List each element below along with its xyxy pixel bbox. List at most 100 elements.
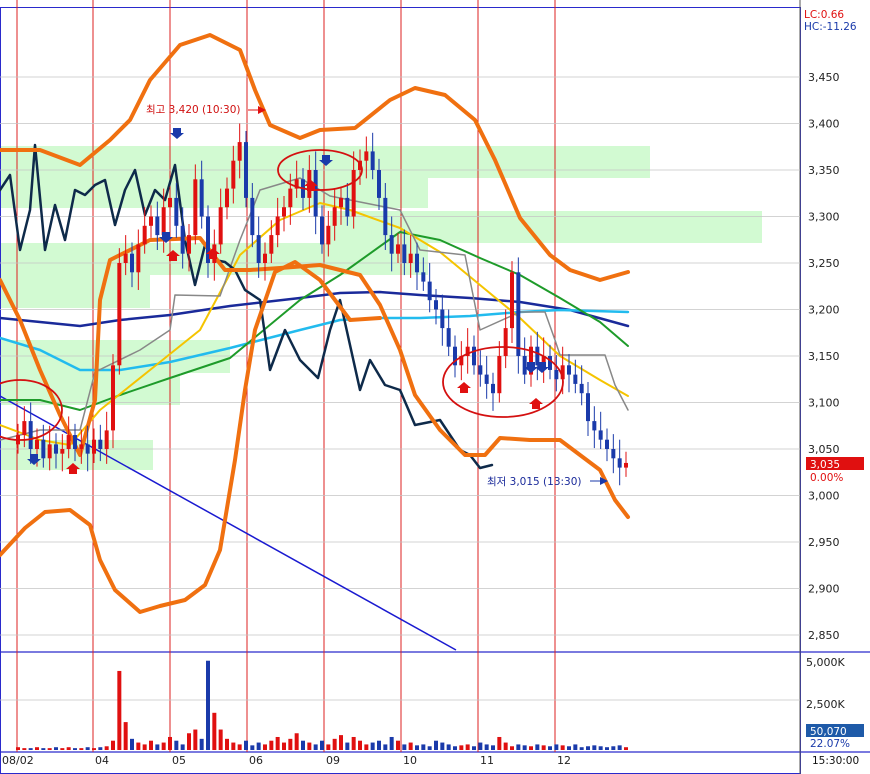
candle-body — [617, 458, 622, 468]
volume-bar — [142, 744, 147, 750]
volume-bar — [294, 733, 299, 750]
candle-body — [130, 253, 134, 273]
candle-body — [282, 207, 286, 217]
volume-bar — [225, 738, 229, 750]
volume-bar — [155, 744, 160, 750]
volume-bar — [383, 744, 388, 750]
candle-body — [136, 244, 141, 273]
y-tick-label: 3,000 — [808, 490, 840, 503]
candle-body — [237, 142, 242, 161]
volume-bar — [459, 745, 464, 750]
volume-bar — [592, 745, 597, 750]
volume-bar — [332, 738, 337, 750]
candle-body — [142, 225, 147, 245]
candle-body — [168, 197, 172, 208]
candle-body — [320, 216, 324, 245]
candle-body — [155, 216, 160, 236]
candle-body — [111, 365, 115, 431]
volume-bar — [358, 740, 362, 750]
candle-body — [54, 444, 58, 454]
volume-bar — [605, 747, 609, 750]
volume-bar — [117, 670, 122, 750]
volume-bar — [396, 740, 400, 750]
candle-body — [611, 449, 616, 459]
volume-bar — [47, 748, 52, 750]
y-tick-label: 3,350 — [808, 164, 840, 177]
candle-body — [174, 197, 179, 226]
volume-bar — [60, 748, 65, 750]
volume-bar — [206, 660, 210, 750]
volume-bar — [370, 742, 375, 750]
candle-body — [117, 263, 122, 366]
volume-bar — [123, 722, 128, 750]
highlight-ellipse — [442, 346, 564, 418]
volume-bar — [161, 742, 166, 750]
candle-body — [199, 179, 204, 217]
x-tick-label: 06 — [249, 754, 263, 767]
candle-body — [28, 421, 33, 449]
volume-bar — [136, 742, 141, 750]
volume-bar — [364, 744, 369, 750]
x-tick-label: 10 — [403, 754, 417, 767]
volume-bar — [541, 745, 546, 750]
volume-bar — [408, 742, 413, 750]
volume-bar — [307, 742, 312, 750]
candle-body — [332, 207, 337, 226]
candle-body — [592, 421, 597, 431]
candle-body — [421, 272, 426, 282]
y-tick-label: 3,150 — [808, 350, 840, 363]
volume-bar — [22, 748, 27, 750]
candle-body — [522, 356, 527, 375]
candle-body — [402, 244, 407, 263]
candle-body — [326, 225, 331, 245]
volume-bar — [218, 729, 223, 750]
candle-body — [250, 197, 255, 236]
candle-body — [187, 235, 191, 254]
zone-band — [0, 275, 150, 308]
time-label: 15:30:00 — [812, 755, 859, 767]
candle-body — [92, 439, 96, 454]
candle-body — [503, 328, 508, 356]
candle-body — [66, 435, 71, 449]
volume-bar — [54, 747, 58, 750]
volume-bar — [351, 736, 356, 750]
candle-body — [231, 160, 236, 189]
x-tick-label: 11 — [480, 754, 494, 767]
candle-body — [123, 253, 128, 263]
candle-body — [41, 439, 46, 459]
stock-chart: 08/02 04 05 06 09 10 11 12 3,450 3,400 3,350 3,300 3… — [0, 0, 870, 774]
candle-body — [225, 188, 229, 208]
candle-body — [275, 216, 280, 236]
volume-bar — [529, 746, 533, 750]
candle-body — [104, 430, 109, 449]
volume-bar — [98, 747, 103, 750]
candle-body — [579, 383, 584, 394]
volume-bar — [199, 738, 204, 750]
y-tick-label: 2,850 — [808, 629, 840, 642]
volume-bar — [92, 748, 96, 750]
volume-bar — [440, 742, 445, 750]
current-volume-label: 50,070 — [810, 726, 847, 738]
volume-bar — [193, 729, 198, 750]
volume-bar — [617, 745, 622, 750]
candle-body — [573, 374, 578, 384]
volume-bar — [434, 740, 438, 750]
candle-body — [472, 346, 476, 366]
y-tick-label: 3,200 — [808, 304, 840, 317]
volume-bar — [111, 740, 115, 750]
candle-body — [440, 309, 445, 329]
candle-body — [510, 272, 514, 329]
candle-body — [364, 151, 369, 161]
y-tick-label: 3,400 — [808, 118, 840, 131]
volume-bar — [212, 712, 217, 750]
volume-bar — [573, 744, 578, 750]
candle-body — [605, 439, 609, 449]
volume-bar — [313, 744, 318, 750]
low-annotation: 최저 3,015 (13:30) — [487, 476, 582, 488]
candle-body — [244, 142, 248, 198]
volume-bar — [231, 742, 236, 750]
sell-signal-arrow — [170, 128, 184, 139]
volume-bar — [377, 740, 381, 750]
volume-bar — [516, 744, 521, 750]
volume-bar — [339, 735, 343, 750]
